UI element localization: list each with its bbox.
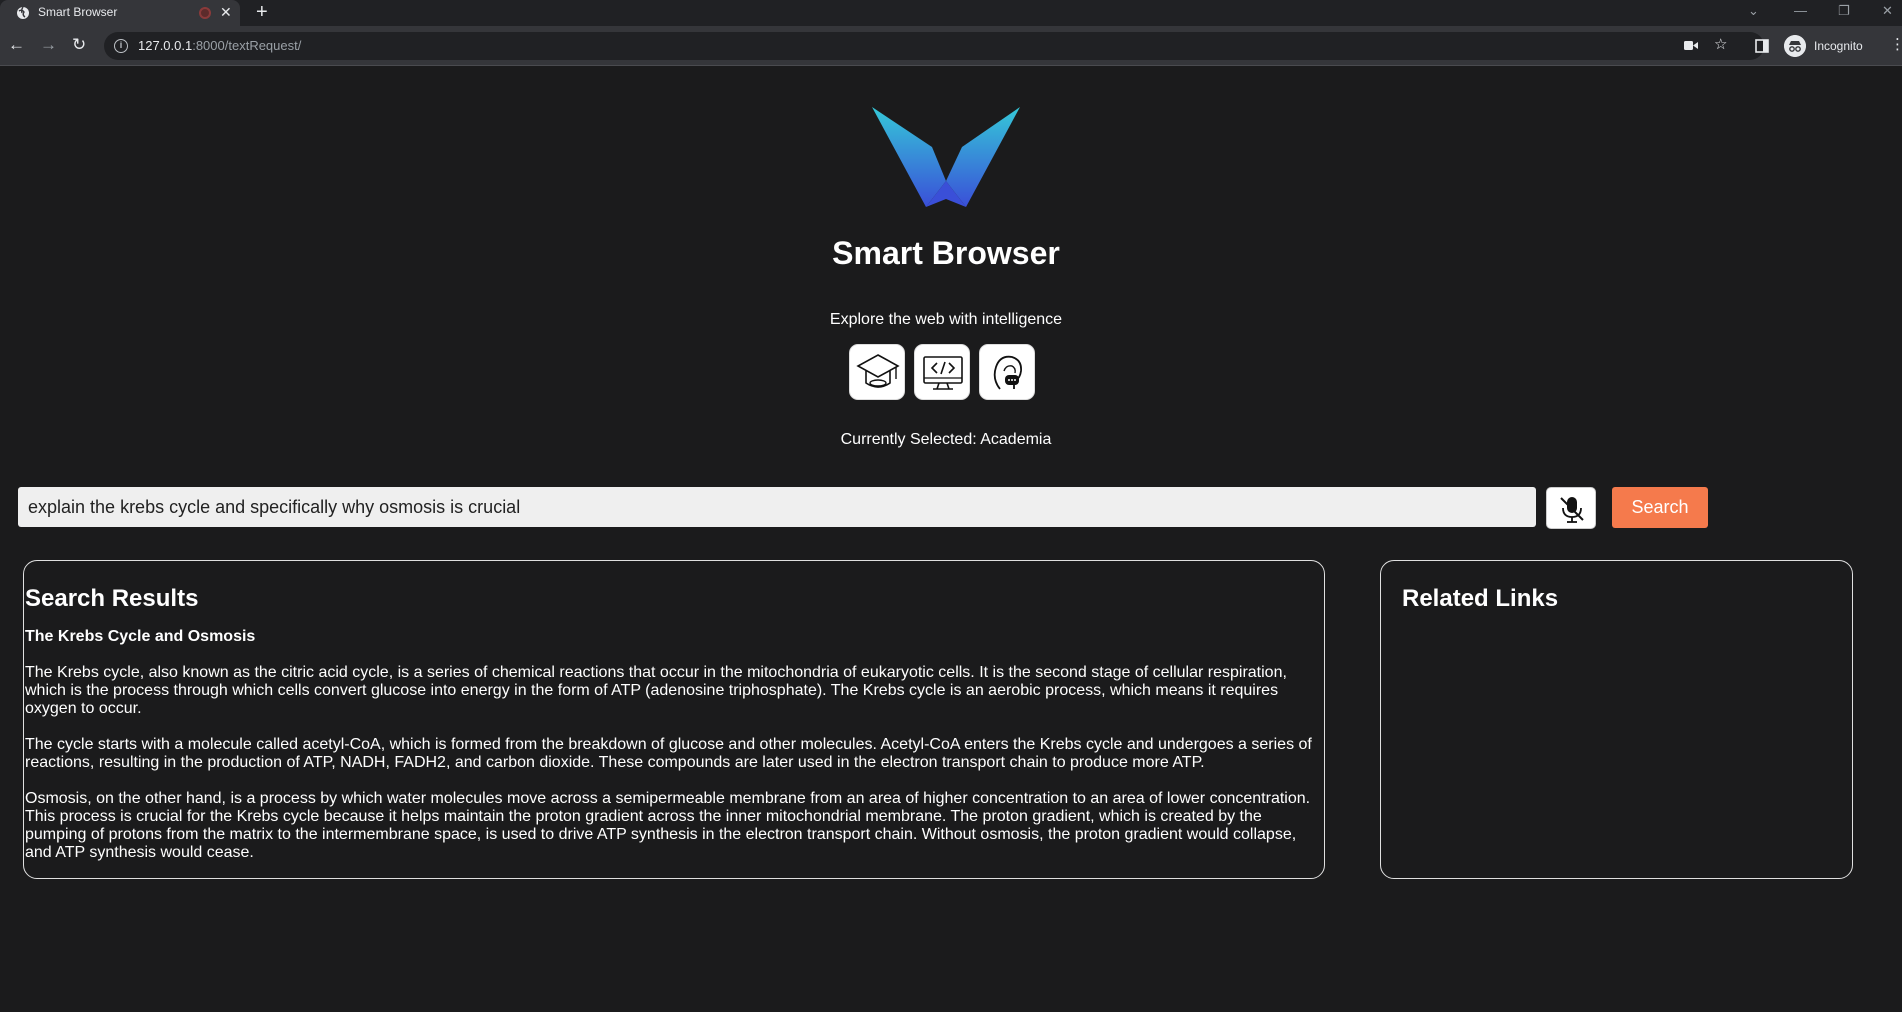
page-content: Smart Browser Explore the web with intel… <box>0 67 1902 1012</box>
result-paragraph: Osmosis, on the other hand, is a process… <box>25 790 1311 861</box>
search-input[interactable] <box>18 487 1536 527</box>
result-paragraph: The cycle starts with a molecule called … <box>25 736 1312 771</box>
reload-icon[interactable]: ↻ <box>72 35 86 55</box>
chat-head-icon <box>993 355 1022 390</box>
related-links-heading: Related Links <box>1402 585 1559 612</box>
incognito-icon <box>1784 35 1806 57</box>
search-button[interactable]: Search <box>1612 487 1708 528</box>
browser-toolbar: ← → ↻ i 127.0.0.1:8000/textRequest/ ☆ In… <box>0 26 1902 66</box>
selected-mode-label: Currently Selected: Academia <box>840 431 1052 448</box>
search-results-panel: Search Results The Krebs Cycle and Osmos… <box>23 560 1325 879</box>
search-results-heading: Search Results <box>25 585 199 612</box>
window-close-icon[interactable]: ✕ <box>1882 3 1893 19</box>
info-icon[interactable]: i <box>114 39 128 53</box>
address-bar[interactable]: i 127.0.0.1:8000/textRequest/ <box>104 32 1764 60</box>
tab-smart-browser[interactable]: Smart Browser ✕ <box>0 0 240 26</box>
result-paragraph: The Krebs cycle, also known as the citri… <box>25 664 1287 717</box>
tagline: Explore the web with intelligence <box>829 311 1063 328</box>
mic-button[interactable] <box>1546 487 1596 529</box>
url-text[interactable]: 127.0.0.1:8000/textRequest/ <box>138 38 301 53</box>
logo <box>872 107 1020 207</box>
plus-icon[interactable]: + <box>256 1 268 23</box>
audio-indicator-icon[interactable] <box>199 7 211 19</box>
tab-strip: Smart Browser ✕ + ⌄ — ❐ ✕ <box>0 0 1902 26</box>
camera-icon[interactable] <box>1684 40 1698 51</box>
code-monitor-icon <box>923 356 963 390</box>
chevron-down-icon[interactable]: ⌄ <box>1748 3 1759 19</box>
menu-icon[interactable]: ⋮ <box>1890 36 1902 54</box>
restore-icon[interactable]: ❐ <box>1838 3 1850 19</box>
profile-button[interactable]: Incognito <box>1784 33 1870 59</box>
close-icon[interactable]: ✕ <box>220 4 232 20</box>
mode-academia-button[interactable] <box>849 344 905 400</box>
app-title: Smart Browser <box>832 235 1060 271</box>
profile-label: Incognito <box>1814 39 1863 53</box>
back-icon[interactable]: ← <box>8 35 25 55</box>
related-links-panel: Related Links <box>1380 560 1853 879</box>
star-icon[interactable]: ☆ <box>1714 36 1727 54</box>
globe-icon <box>17 6 29 19</box>
mic-off-icon <box>1560 497 1584 523</box>
result-title: The Krebs Cycle and Osmosis <box>25 628 256 645</box>
graduation-cap-icon <box>856 354 900 388</box>
minimize-icon[interactable]: — <box>1794 3 1807 18</box>
mode-coding-button[interactable] <box>914 344 970 400</box>
forward-icon[interactable]: → <box>40 35 57 55</box>
mode-chat-button[interactable] <box>979 344 1035 400</box>
tab-title: Smart Browser <box>38 5 118 19</box>
side-panel-icon[interactable] <box>1755 39 1769 53</box>
